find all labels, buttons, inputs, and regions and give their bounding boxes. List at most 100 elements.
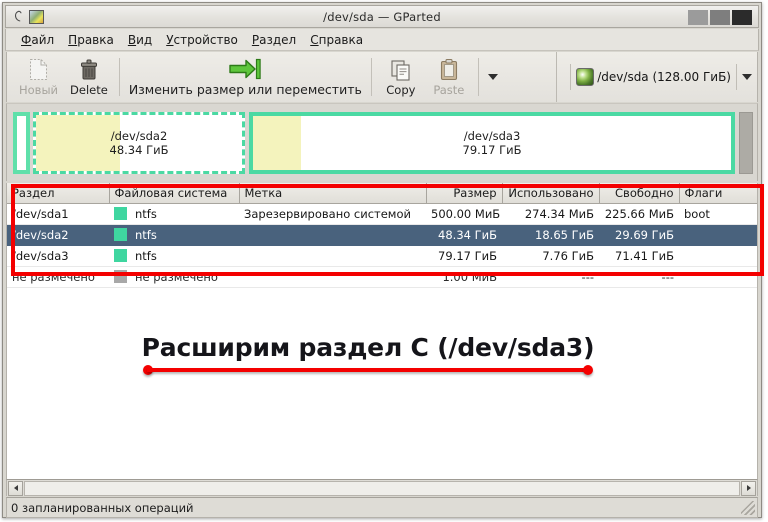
graphic-scrollbar[interactable] [739,111,753,174]
scroll-right-button[interactable] [741,480,756,496]
graphic-partition-sda3-used [253,115,301,170]
cell-partition: не размечено [7,266,109,288]
cell-filesystem: ntfs [109,224,239,246]
cell-used: 7.76 ГиБ [502,245,599,267]
window-title: /dev/sda — GParted [323,9,441,24]
cell-label: Зарезервировано системой [239,203,426,225]
window-controls [688,10,752,25]
menu-item-device[interactable]: Устройство [159,31,245,49]
cell-used: 274.34 МиБ [502,203,599,225]
annotation-callout: Расширим раздел C (/dev/sda3) [123,333,613,375]
resize-grip[interactable] [741,501,755,515]
column-header-free[interactable]: Свободно [599,183,680,204]
new-document-icon [29,58,48,82]
device-selector-divider-2 [736,64,737,90]
delete-partition-button[interactable]: Delete [64,57,114,98]
column-header-used[interactable]: Использовано [502,183,600,204]
cell-filesystem: ntfs [109,245,239,267]
annotation-bar [147,368,589,372]
graphic-partition-sda1[interactable] [13,111,30,174]
device-selector-label: /dev/sda (128.00 ГиБ) [597,70,731,84]
toolbar-overflow-button[interactable] [484,74,507,80]
cell-flags [679,224,757,246]
graphic-partition-sda2[interactable]: /dev/sda2 48.34 ГиБ [33,111,245,174]
cell-label [239,266,426,288]
filesystem-color-swatch [114,249,127,262]
filesystem-color-swatch [114,270,127,283]
cell-label [239,224,426,246]
resize-move-label: Изменить размер или переместить [128,82,362,97]
copy-button[interactable]: Copy [377,57,425,98]
window-menu-icon[interactable] [11,10,25,24]
device-selector[interactable]: /dev/sda (128.00 ГиБ) [557,52,757,102]
trash-icon [79,58,99,82]
partition-table: Раздел Файловая система Метка Размер Исп… [6,183,758,479]
filesystem-color-swatch [114,207,127,220]
graphic-partition-sda3[interactable]: /dev/sda3 79.17 ГиБ [249,111,735,174]
resize-arrow-icon [228,57,262,81]
cell-size: 48.34 ГиБ [426,224,502,246]
table-row[interactable]: /dev/sda2 ntfs 48.34 ГиБ 18.65 ГиБ 29.69… [7,224,757,246]
cell-size: 79.17 ГиБ [426,245,502,267]
toolbar: Новый Delete Изменить размер или перемес… [6,52,758,102]
cell-used: --- [502,266,599,288]
maximize-button[interactable] [710,10,730,25]
new-partition-label: Новый [19,82,59,97]
cell-filesystem: ntfs [109,203,239,225]
gparted-app-icon [29,9,44,24]
chevron-down-icon [487,74,498,80]
status-bar: 0 запланированных операций [6,497,758,518]
delete-partition-label: Delete [70,82,108,97]
cell-free: 225.66 МиБ [599,203,679,225]
title-bar[interactable]: /dev/sda — GParted [5,5,759,28]
status-text: 0 запланированных операций [11,500,194,515]
menu-item-file[interactable]: Файл [14,31,61,49]
cell-partition: /dev/sda3 [7,245,109,267]
table-row[interactable]: /dev/sda3 ntfs 79.17 ГиБ 7.76 ГиБ 71.41 … [7,245,757,267]
cell-label [239,245,426,267]
cell-free: 71.41 ГиБ [599,245,679,267]
column-header-partition[interactable]: Раздел [7,183,110,204]
graphic-partition-sda1-used [17,115,26,170]
cell-flags: boot [679,203,757,225]
column-header-label[interactable]: Метка [239,183,427,204]
scrollbar-track[interactable] [24,480,740,496]
toolbar-buttons: Новый Delete Изменить размер или перемес… [7,52,558,102]
column-header-filesystem[interactable]: Файловая система [109,183,240,204]
menu-item-partition[interactable]: Раздел [245,31,303,49]
menu-item-help[interactable]: Справка [303,31,370,49]
paste-button[interactable]: Paste [425,57,473,98]
gparted-window: /dev/sda — GParted Файл Правка Вид Устро… [2,2,764,518]
column-header-flags[interactable]: Флаги [679,183,757,204]
annotation-underline [123,365,613,375]
cell-partition: /dev/sda1 [7,203,109,225]
cell-flags [679,245,757,267]
paste-clipboard-icon [439,58,459,82]
table-row[interactable]: /dev/sda1 ntfs Зарезервировано системой … [7,203,757,225]
minimize-button[interactable] [688,10,708,25]
cell-used: 18.65 ГиБ [502,224,599,246]
toolbar-separator-3 [477,58,479,96]
cell-flags [679,266,757,288]
hard-disk-icon [576,68,595,86]
menu-item-view[interactable]: Вид [121,31,159,49]
column-header-size[interactable]: Размер [426,183,503,204]
device-chevron-down-icon[interactable] [742,74,752,80]
cell-free: --- [599,266,679,288]
resize-move-button[interactable]: Изменить размер или переместить [125,56,366,98]
horizontal-scrollbar[interactable] [6,479,758,496]
close-button[interactable] [732,10,752,25]
scroll-left-button[interactable] [8,480,23,496]
toolbar-separator-1 [118,58,120,96]
new-partition-button[interactable]: Новый [13,57,64,98]
menu-item-edit[interactable]: Правка [61,31,121,49]
cell-filesystem: не размечено [109,266,239,288]
annotation-dot-right [583,365,593,375]
cell-size: 1.00 МиБ [426,266,502,288]
graphic-partition-sda3-label: /dev/sda3 79.17 ГиБ [462,128,522,157]
partition-graphic: /dev/sda2 48.34 ГиБ /dev/sda3 79.17 ГиБ [6,103,758,181]
table-row[interactable]: не размечено не размечено 1.00 МиБ --- -… [7,266,757,288]
table-header-row: Раздел Файловая система Метка Размер Исп… [7,183,757,204]
cell-partition: /dev/sda2 [7,224,109,246]
menu-bar: Файл Правка Вид Устройство Раздел Справк… [5,29,759,51]
